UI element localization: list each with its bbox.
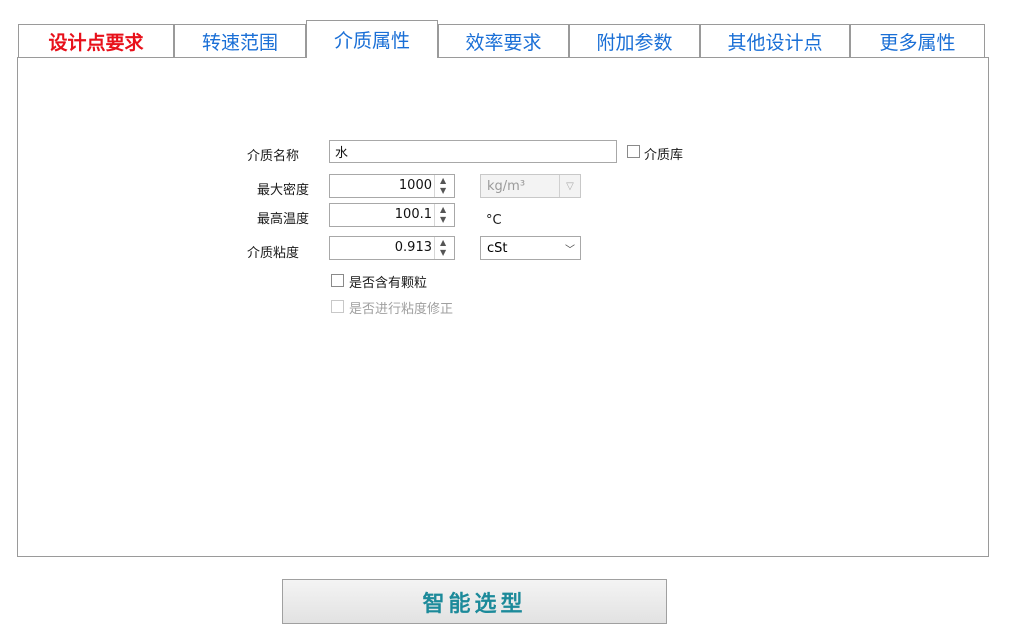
spin-down-icon[interactable]: ▼ (440, 187, 446, 195)
tab-efficiency[interactable]: 效率要求 (438, 24, 569, 58)
has-particles-checkbox[interactable] (331, 274, 344, 287)
density-unit-value: kg/m³ (487, 178, 526, 194)
medium-name-label: 介质名称 (247, 149, 300, 164)
chevron-down-icon: ▽ (559, 175, 580, 197)
temperature-unit: °C (486, 213, 502, 228)
medium-library-label: 介质库 (644, 148, 684, 163)
viscosity-unit-select[interactable]: cSt ﹀ (480, 236, 581, 260)
tab-additional-params[interactable]: 附加参数 (569, 24, 700, 58)
tab-medium-properties[interactable]: 介质属性 (306, 20, 438, 58)
has-particles-label: 是否含有颗粒 (349, 276, 428, 291)
spin-up-icon[interactable]: ▲ (440, 206, 446, 214)
tab-other-design-points[interactable]: 其他设计点 (700, 24, 850, 58)
medium-library-checkbox[interactable] (627, 145, 640, 158)
app-window: 设计点要求 转速范围 介质属性 效率要求 附加参数 其他设计点 更多属性 介质名… (0, 0, 1015, 637)
max-density-value: 1000 (398, 178, 432, 193)
spin-up-icon[interactable]: ▲ (440, 177, 446, 185)
max-temperature-spinner[interactable]: 100.1 ▲ ▼ (329, 203, 455, 227)
density-unit-select[interactable]: kg/m³ ▽ (480, 174, 581, 198)
max-density-spinner[interactable]: 1000 ▲ ▼ (329, 174, 455, 198)
spin-up-icon[interactable]: ▲ (440, 239, 446, 247)
tab-design-point[interactable]: 设计点要求 (18, 24, 174, 58)
tab-more-properties[interactable]: 更多属性 (850, 24, 985, 58)
smart-select-button[interactable]: 智能选型 (282, 579, 667, 624)
chevron-down-icon: ﹀ (565, 244, 575, 256)
max-temperature-value: 100.1 (394, 207, 432, 222)
viscosity-spin-arrows[interactable]: ▲ ▼ (434, 237, 454, 259)
viscosity-unit-value: cSt (487, 240, 508, 256)
spin-down-icon[interactable]: ▼ (440, 249, 446, 257)
max-density-label: 最大密度 (257, 183, 310, 198)
viscosity-label: 介质粘度 (247, 246, 300, 261)
viscosity-value: 0.913 (394, 240, 432, 255)
max-temperature-label: 最高温度 (257, 212, 310, 227)
viscosity-correction-checkbox[interactable] (331, 300, 344, 313)
tab-panel: 介质名称 水 介质库 最大密度 1000 ▲ ▼ kg/m³ ▽ 最高温度 10… (17, 57, 989, 557)
tab-speed-range[interactable]: 转速范围 (174, 24, 306, 58)
max-temperature-spin-arrows[interactable]: ▲ ▼ (434, 204, 454, 226)
spin-down-icon[interactable]: ▼ (440, 216, 446, 224)
medium-name-input[interactable]: 水 (329, 140, 617, 163)
max-density-spin-arrows[interactable]: ▲ ▼ (434, 175, 454, 197)
viscosity-correction-label: 是否进行粘度修正 (349, 302, 454, 317)
viscosity-spinner[interactable]: 0.913 ▲ ▼ (329, 236, 455, 260)
